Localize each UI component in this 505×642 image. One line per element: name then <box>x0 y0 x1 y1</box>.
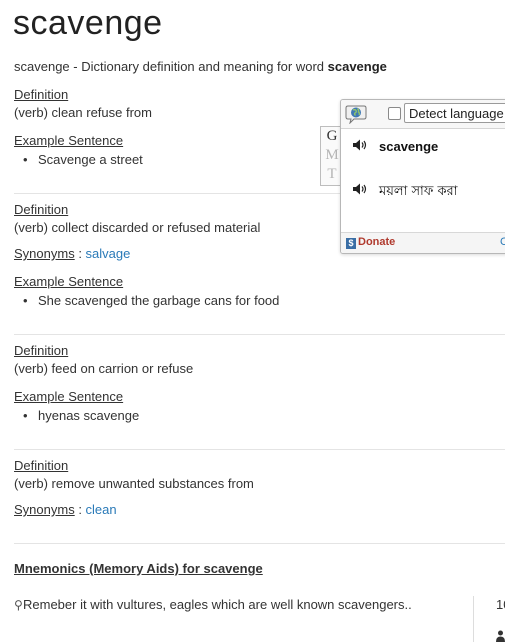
example-sentence-1: Scavenge a street <box>23 152 143 167</box>
mnemonic-vote-count: 10 <box>496 597 505 612</box>
translator-footer: $Donate C <box>341 232 505 253</box>
definition-label-1: Definition <box>14 87 69 102</box>
synonyms-sep-4: : <box>74 502 86 517</box>
synonyms-sep-2: : <box>74 246 86 261</box>
translator-popup: Detect language scavenge ময়লা সাফ করা $… <box>340 99 505 254</box>
donate-label: Donate <box>358 236 396 248</box>
definition-label-3: Definition <box>14 343 69 358</box>
source-word: scavenge <box>379 139 439 154</box>
definition-text-2: (verb) collect discarded or refused mate… <box>14 220 261 235</box>
synonyms-label-2: Synonyms <box>14 246 75 261</box>
page-subtitle: scavenge - Dictionary definition and mea… <box>14 59 387 74</box>
synonyms-row-4: Synonyms : clean <box>14 502 117 517</box>
subtitle-prefix: scavenge - Dictionary definition and mea… <box>14 59 328 74</box>
divider-2 <box>14 334 505 335</box>
synonyms-label-4: Synonyms <box>14 502 75 517</box>
translated-word: ময়লা সাফ করা <box>379 184 458 199</box>
speaker-icon[interactable] <box>352 138 368 152</box>
subtitle-word: scavenge <box>327 59 387 74</box>
divider-3 <box>14 449 505 450</box>
definition-text-1: (verb) clean refuse from <box>14 105 152 120</box>
footer-right-link[interactable]: C <box>500 236 505 248</box>
mnemonics-heading: Mnemonics (Memory Aids) for scavenge <box>14 561 263 576</box>
synonyms-row-2: Synonyms : salvage <box>14 246 130 261</box>
example-sentence-2: She scavenged the garbage cans for food <box>23 293 279 308</box>
definition-label-2: Definition <box>14 202 69 217</box>
example-label-3: Example Sentence <box>14 389 124 404</box>
mnemonic-divider <box>473 596 474 642</box>
translator-header: Detect language <box>341 100 505 129</box>
mnemonic-item: ⚲Remeber it with vultures, eagles which … <box>14 597 412 612</box>
synonym-link-clean[interactable]: clean <box>86 502 117 517</box>
mnemonic-text: Remeber it with vultures, eagles which a… <box>23 597 412 612</box>
definition-text-3: (verb) feed on carrion or refuse <box>14 361 194 376</box>
example-label-1: Example Sentence <box>14 133 124 148</box>
example-label-2: Example Sentence <box>14 274 124 289</box>
donate-link[interactable]: $ Donate <box>346 236 395 249</box>
person-icon <box>496 630 505 642</box>
example-sentence-3: hyenas scavenge <box>23 408 139 423</box>
dollar-icon: $ <box>346 238 356 249</box>
lightbulb-icon: ⚲ <box>14 598 23 612</box>
definition-label-4: Definition <box>14 458 69 473</box>
page-title: scavenge <box>13 4 163 42</box>
definition-text-4: (verb) remove unwanted substances from <box>14 476 254 491</box>
detect-language-checkbox[interactable] <box>388 107 401 120</box>
speaker-icon-translation[interactable] <box>352 182 368 196</box>
globe-speech-icon[interactable] <box>345 104 367 124</box>
synonym-link-salvage[interactable]: salvage <box>86 246 131 261</box>
divider-4 <box>14 543 505 544</box>
source-language-select[interactable]: Detect language <box>404 103 505 123</box>
